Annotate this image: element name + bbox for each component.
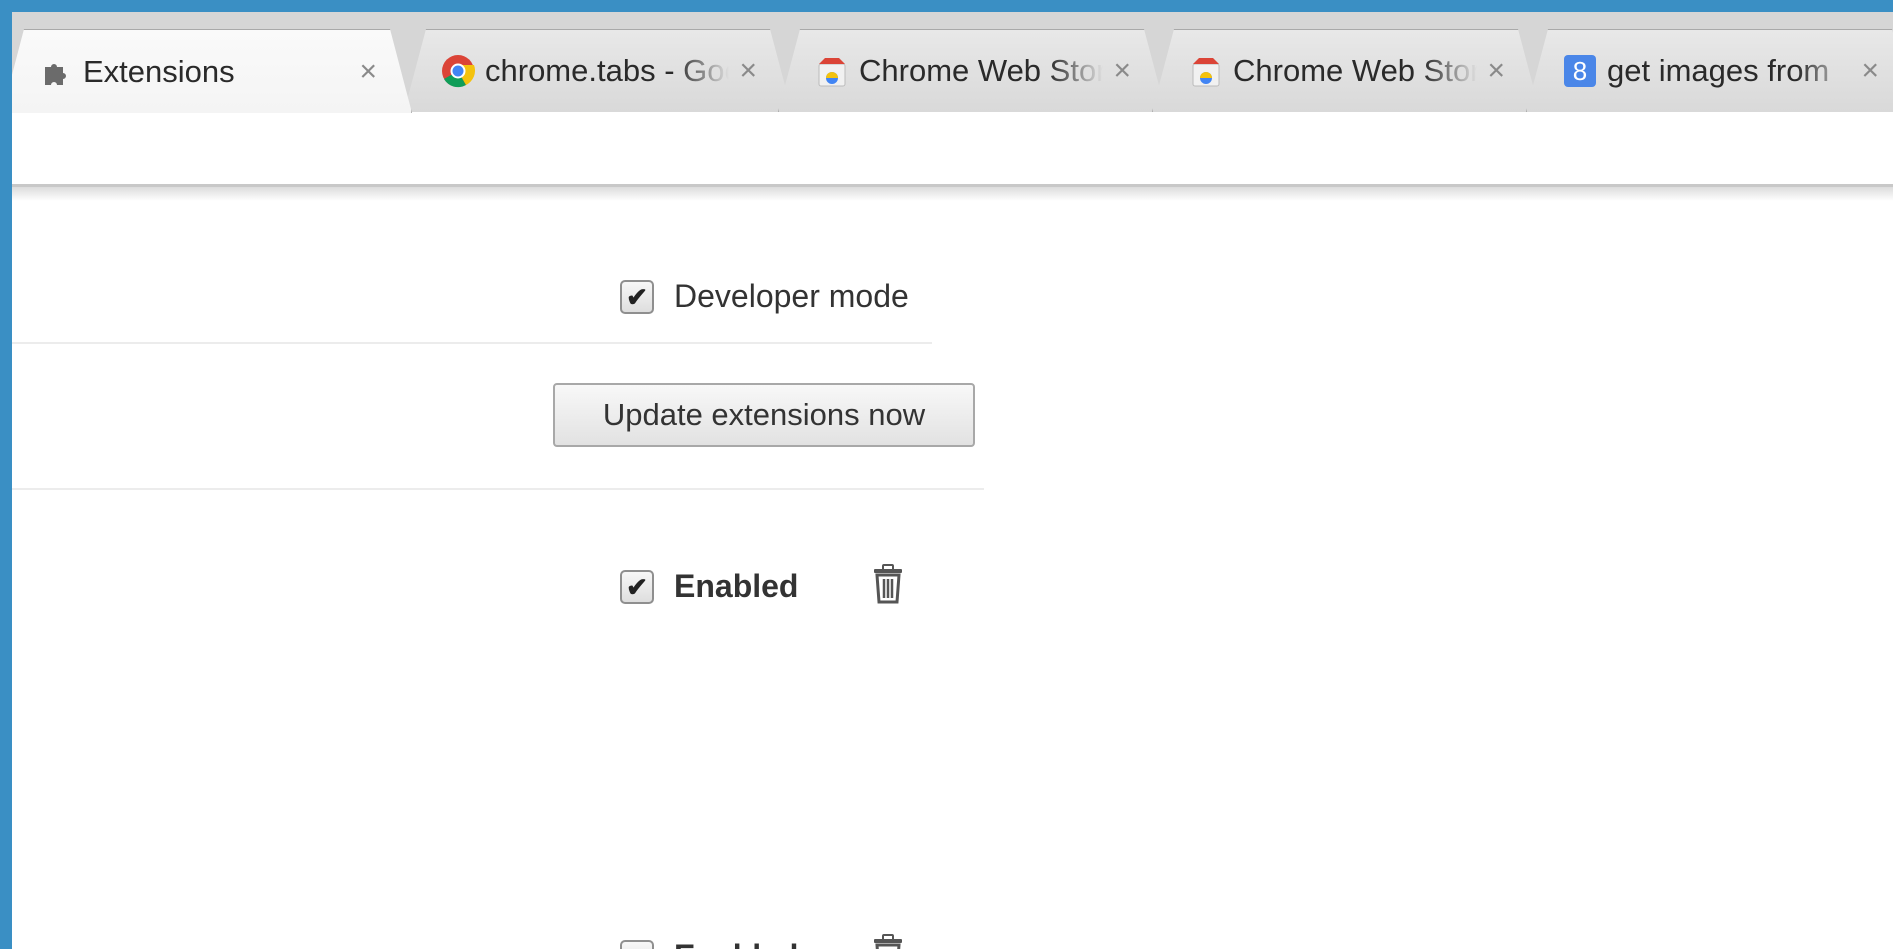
tab-close-button[interactable]: × — [1861, 56, 1879, 86]
extensions-page: ✔ Developer mode Update extensions now ✔… — [12, 202, 1893, 949]
web-store-icon — [1189, 54, 1223, 88]
enabled-label: Enabled — [674, 568, 799, 604]
developer-mode-row[interactable]: ✔ Developer mode — [620, 278, 909, 315]
tab-close-button[interactable]: × — [739, 56, 757, 86]
update-extensions-button[interactable]: Update extensions now — [553, 383, 975, 447]
developer-mode-checkbox[interactable]: ✔ — [620, 279, 654, 314]
tab-title: Chrome Web Store — [1233, 53, 1478, 88]
tab-close-button[interactable]: × — [1113, 56, 1131, 86]
web-store-icon — [815, 54, 849, 88]
puzzle-icon — [39, 55, 73, 89]
google-icon: 8 — [1563, 54, 1597, 88]
tab-title: get images from — [1607, 53, 1830, 88]
toolbar-shadow — [12, 187, 1893, 201]
trash-icon[interactable] — [871, 564, 905, 609]
tab-title: Chrome Web Store — [859, 53, 1104, 88]
tab-title: Extensions — [83, 53, 235, 89]
tab-google-search[interactable]: 8 get images from × — [1526, 29, 1893, 112]
enabled-label: Enabled — [674, 938, 798, 949]
enabled-checkbox[interactable]: ✔ — [620, 569, 654, 604]
tab-extensions[interactable]: Extensions × — [12, 29, 412, 113]
divider — [12, 488, 984, 490]
developer-mode-label: Developer mode — [674, 278, 909, 314]
tab-chrome-tabs[interactable]: chrome.tabs - Google Chrome × — [404, 29, 792, 112]
extension-enabled-row[interactable]: ✔ Enabled — [620, 938, 798, 949]
tab-web-store-2[interactable]: Chrome Web Store × — [1152, 29, 1540, 112]
toolbar — [12, 112, 1893, 187]
tab-title: chrome.tabs - Google Chrome — [485, 53, 730, 88]
tab-close-button[interactable]: × — [359, 57, 377, 87]
trash-icon[interactable] — [871, 934, 905, 949]
tab-strip: Extensions × chrome.tabs - Google Chrome — [12, 12, 1893, 112]
browser-window: Extensions × chrome.tabs - Google Chrome — [12, 12, 1893, 949]
tab-web-store-1[interactable]: Chrome Web Store × — [778, 29, 1166, 112]
extension-enabled-row[interactable]: ✔ Enabled — [620, 568, 798, 605]
chrome-icon — [441, 54, 475, 88]
tab-close-button[interactable]: × — [1487, 56, 1505, 86]
divider — [12, 342, 932, 344]
svg-text:8: 8 — [1573, 56, 1587, 86]
enabled-checkbox[interactable]: ✔ — [620, 939, 654, 949]
